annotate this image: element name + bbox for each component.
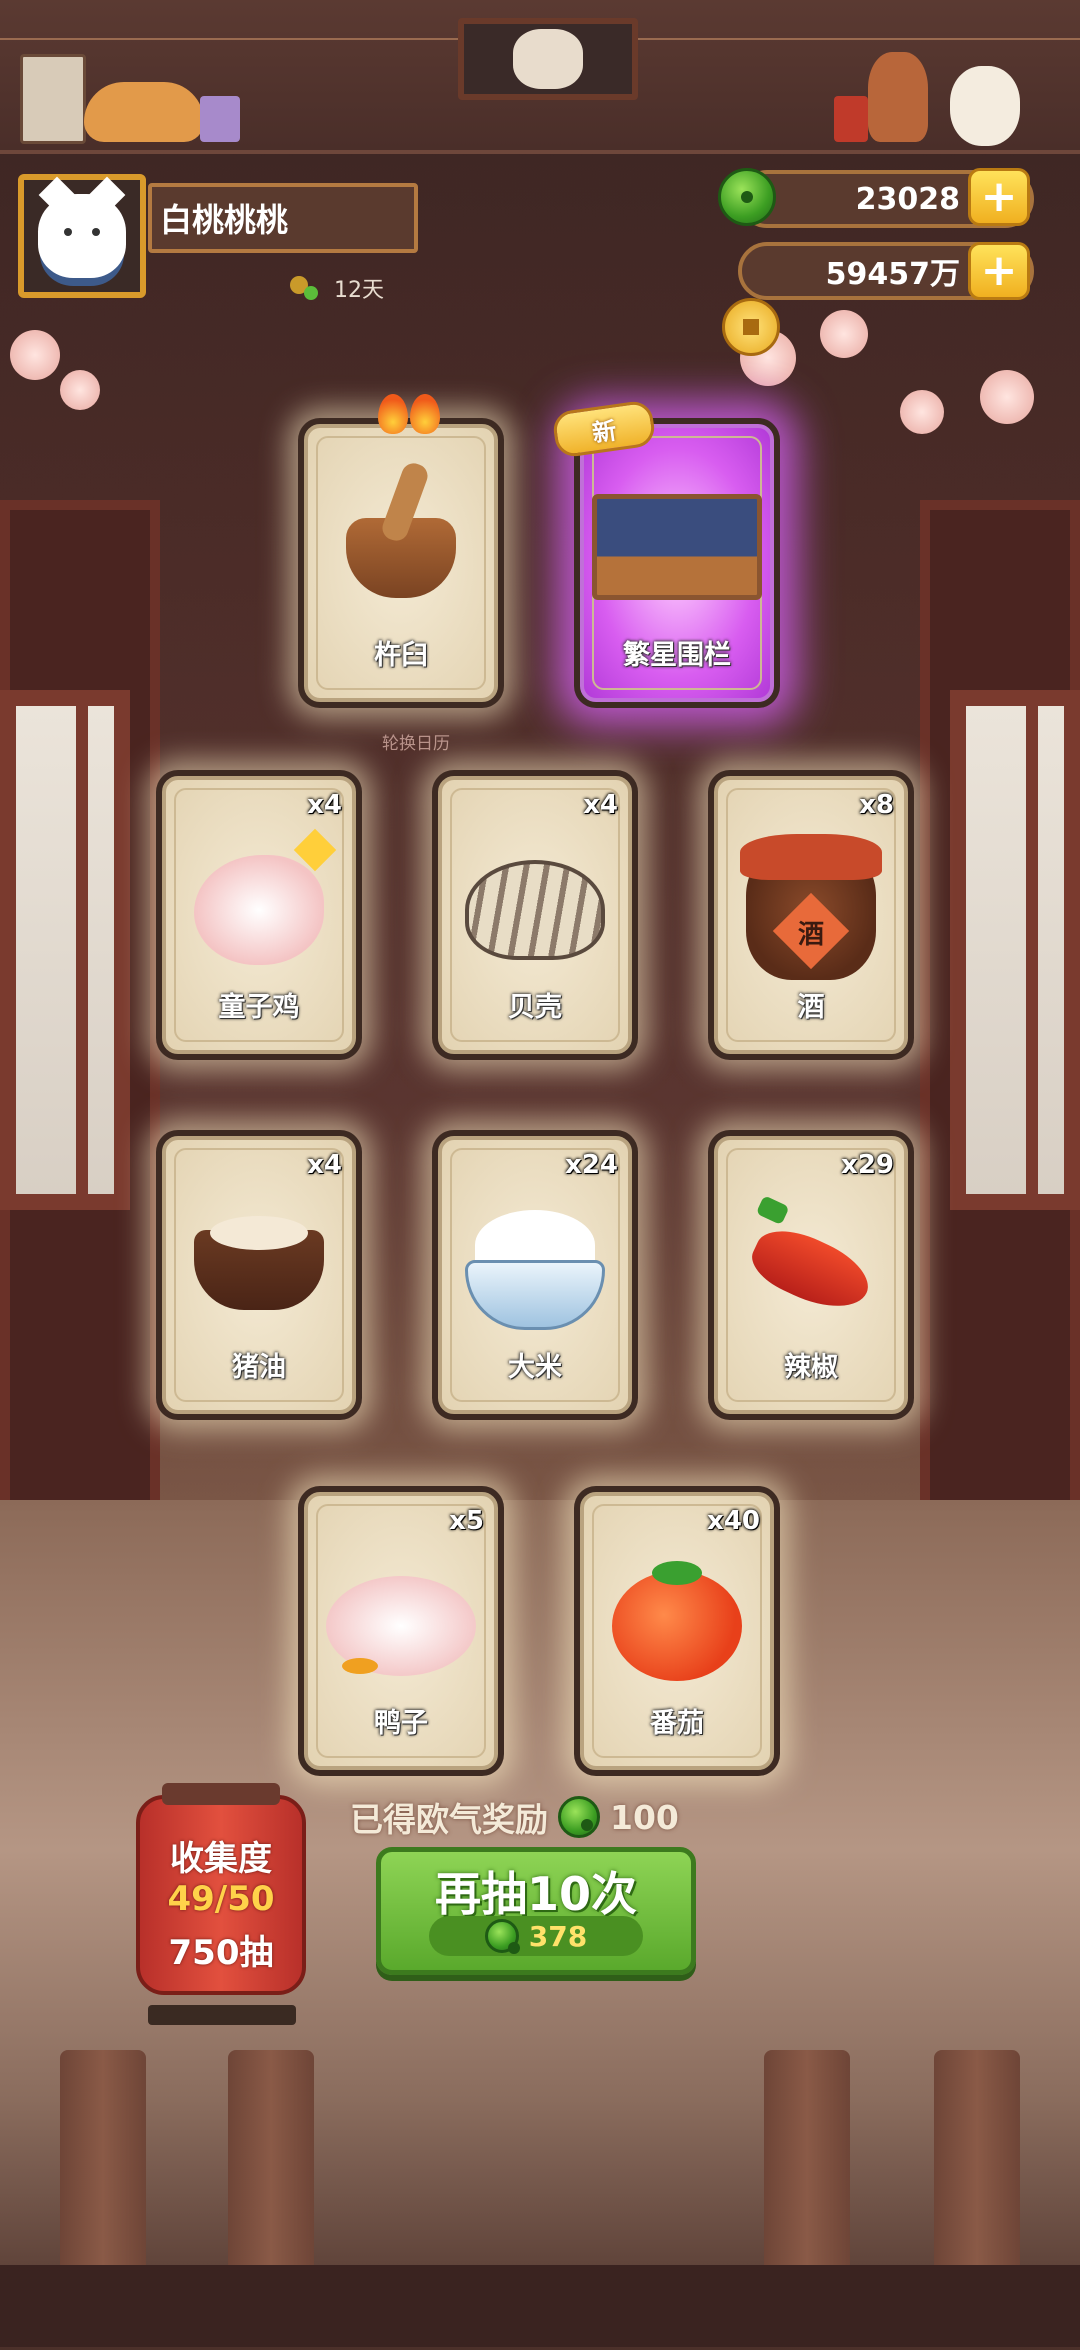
rotation-calendar-caption: 轮换日历 xyxy=(382,734,450,754)
card-count: x24 xyxy=(565,1150,618,1180)
collection-draws: 750抽 xyxy=(168,1933,274,1973)
portrait-scroll xyxy=(458,18,638,100)
chick-icon xyxy=(194,854,324,965)
duck-icon xyxy=(326,1575,476,1676)
fence-post xyxy=(228,2050,314,2290)
chili-pepper-icon xyxy=(743,1217,879,1323)
tomato-icon xyxy=(612,1560,742,1681)
card-wine[interactable]: x8 酒 酒 xyxy=(708,770,914,1060)
sleeping-cat-decor xyxy=(84,82,204,142)
flame-icon xyxy=(378,394,440,434)
blossom-decor xyxy=(10,330,60,380)
card-name: 番茄 xyxy=(650,1708,704,1739)
login-days: 12天 xyxy=(290,272,384,304)
login-days-value: 12天 xyxy=(334,278,384,303)
jar-label: 酒 xyxy=(797,919,824,950)
card-name: 鸭子 xyxy=(374,1708,428,1739)
collection-title: 收集度 xyxy=(170,1839,272,1879)
key-icon xyxy=(290,276,324,300)
card-name: 童子鸡 xyxy=(218,992,300,1023)
card-name: 杵臼 xyxy=(374,640,428,671)
npc-character xyxy=(868,52,928,142)
draw-cost: 378 xyxy=(429,1916,643,1956)
card-count: x8 xyxy=(859,790,894,820)
card-count: x4 xyxy=(583,790,618,820)
coin-balance-value: 59457万 xyxy=(825,257,960,292)
shell-icon xyxy=(465,859,605,960)
player-name: 白桃桃桃 xyxy=(148,183,418,253)
add-jade-button[interactable]: + xyxy=(968,168,1030,226)
right-window xyxy=(950,690,1080,1210)
jade-icon xyxy=(718,168,776,226)
player-avatar[interactable] xyxy=(18,174,146,298)
luck-reward-amount: 100 xyxy=(610,1797,679,1837)
jar-decor-red xyxy=(834,96,868,142)
card-count: x40 xyxy=(707,1506,760,1536)
bottom-band xyxy=(0,2265,1080,2347)
card-count: x5 xyxy=(449,1506,484,1536)
luck-reward-label: 已得欧气奖励 xyxy=(350,1800,548,1839)
card-name: 辣椒 xyxy=(784,1352,838,1383)
card-tomato[interactable]: x40 番茄 xyxy=(574,1486,780,1776)
card-count: x4 xyxy=(307,790,342,820)
jade-balance-value: 23028 xyxy=(855,181,960,217)
jade-icon xyxy=(484,1919,520,1954)
draw-10-again-label: 再抽10次 xyxy=(434,1867,637,1921)
card-count: x4 xyxy=(307,1150,342,1180)
fence-icon xyxy=(592,493,762,600)
rice-bowl-icon xyxy=(465,1209,605,1330)
card-shell[interactable]: x4 贝壳 xyxy=(432,770,638,1060)
lard-bowl-icon xyxy=(194,1215,324,1310)
luck-reward: 已得欧气奖励 100 xyxy=(350,1793,679,1841)
card-mortar[interactable]: 杵臼 xyxy=(298,394,504,708)
jar-decor xyxy=(200,96,240,142)
card-name: 繁星围栏 xyxy=(623,640,731,671)
card-count: x29 xyxy=(841,1150,894,1180)
card-name: 猪油 xyxy=(232,1352,286,1383)
card-name: 大米 xyxy=(508,1352,562,1383)
card-rice[interactable]: x24 大米 xyxy=(432,1130,638,1420)
card-pepper[interactable]: x29 辣椒 xyxy=(708,1130,914,1420)
blossom-decor xyxy=(980,370,1034,424)
blossom-decor xyxy=(60,370,100,410)
blossom-decor xyxy=(820,310,868,358)
npc-cat xyxy=(950,66,1020,146)
coin-icon xyxy=(722,298,780,356)
draw-cost-value: 378 xyxy=(528,1919,588,1953)
card-chick[interactable]: x4 童子鸡 xyxy=(156,770,362,1060)
left-window xyxy=(0,690,130,1210)
jade-icon xyxy=(558,1796,600,1838)
collection-lantern[interactable]: 收集度 49/50 750抽 xyxy=(136,1783,306,2025)
collection-progress: 49/50 xyxy=(167,1879,275,1919)
card-name: 酒 xyxy=(797,992,825,1023)
fence-post xyxy=(934,2050,1020,2290)
blossom-decor xyxy=(900,390,944,434)
card-lard[interactable]: x4 猪油 xyxy=(156,1130,362,1420)
draw-10-again-button[interactable]: 再抽10次 378 xyxy=(376,1847,696,1975)
card-starry-fence[interactable]: 繁星围栏 新 xyxy=(551,399,780,708)
fence-post xyxy=(60,2050,146,2290)
card-name: 贝壳 xyxy=(508,992,562,1023)
add-coins-button[interactable]: + xyxy=(968,242,1030,300)
card-duck[interactable]: x5 鸭子 xyxy=(298,1486,504,1776)
wine-jar-icon: 酒 xyxy=(740,833,882,980)
mortar-icon xyxy=(346,517,456,598)
cat-avatar-icon xyxy=(38,194,126,278)
fence-post xyxy=(764,2050,850,2290)
hanging-scroll-decor xyxy=(20,54,86,144)
